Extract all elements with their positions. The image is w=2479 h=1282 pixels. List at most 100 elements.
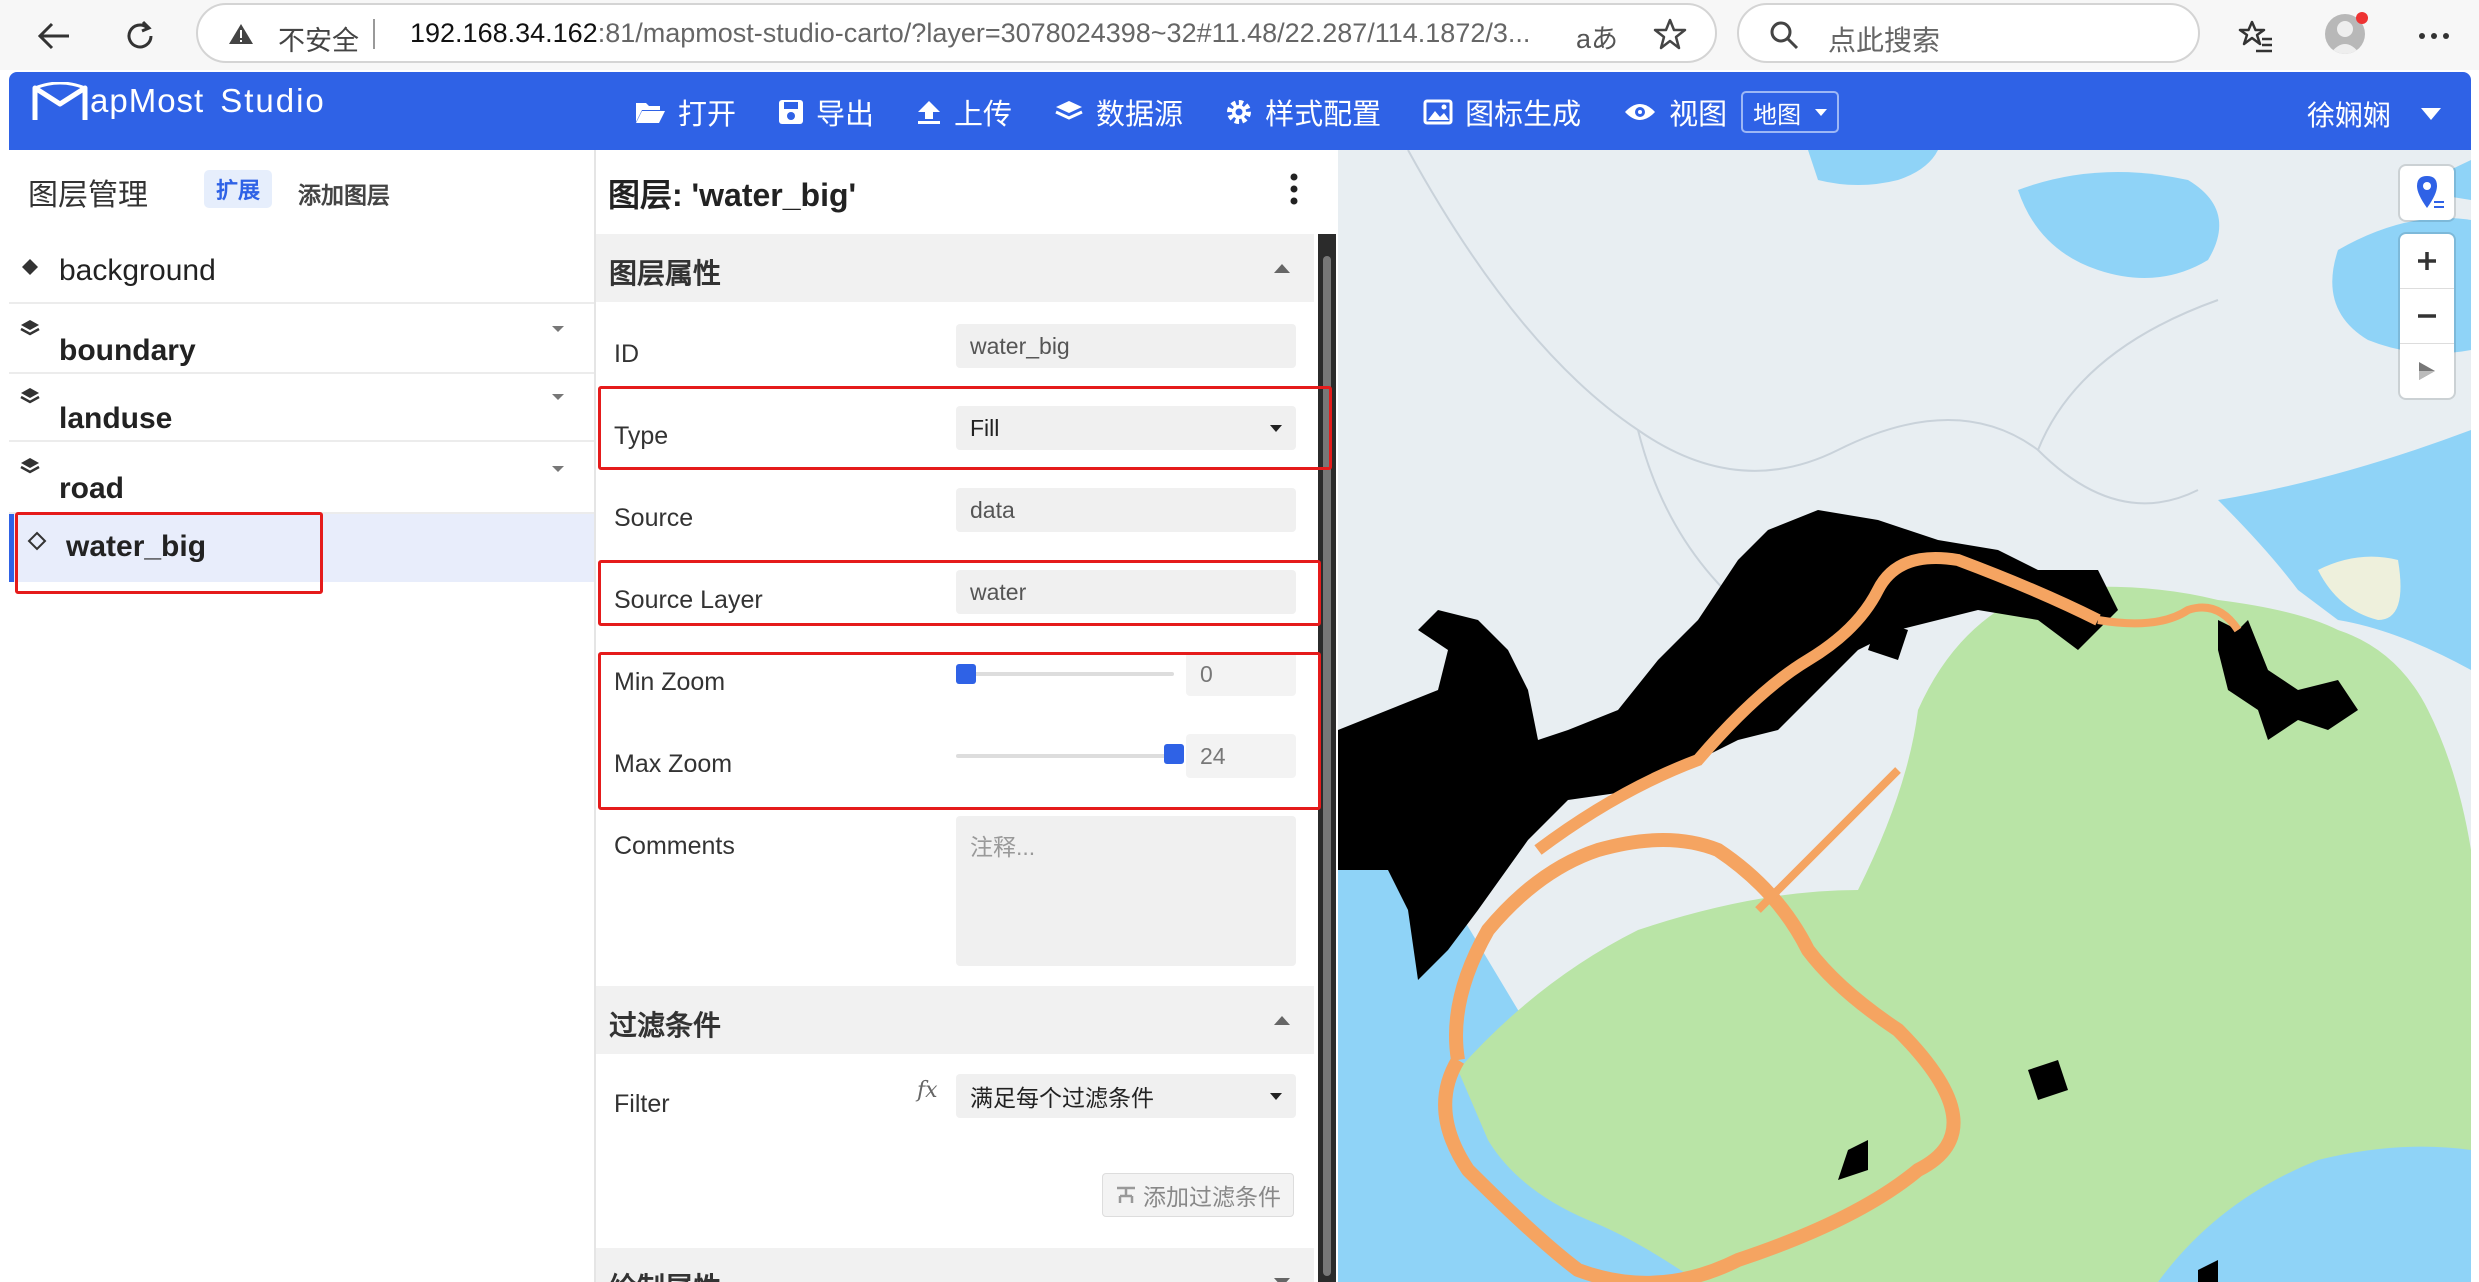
plus-icon xyxy=(2418,252,2436,270)
nav-label: 导出 xyxy=(816,99,875,131)
layer-item-landuse[interactable]: landuse xyxy=(9,374,594,442)
zoom-in-button[interactable] xyxy=(2400,234,2454,289)
max-zoom-handle[interactable] xyxy=(1164,744,1184,764)
editor-scrollbar[interactable] xyxy=(1318,234,1336,1282)
diamond-outline-icon xyxy=(26,530,48,557)
function-icon[interactable]: fx xyxy=(917,1078,938,1103)
read-aloud-icon[interactable]: aあ xyxy=(1576,17,1618,56)
section-layer-properties[interactable]: 图层属性 xyxy=(596,234,1314,302)
layer-name: boundary xyxy=(59,334,196,367)
filter-label: Filter xyxy=(614,1090,670,1118)
source-label: Source xyxy=(614,504,694,532)
compass-button[interactable] xyxy=(2400,344,2454,398)
reload-button[interactable] xyxy=(114,10,166,62)
upload-icon xyxy=(918,101,941,124)
nav-label: 数据源 xyxy=(1096,99,1184,131)
more-vertical-icon[interactable] xyxy=(1289,172,1299,211)
nav-style-config[interactable]: 样式配置 xyxy=(1225,91,1381,133)
more-menu-button[interactable] xyxy=(2408,10,2460,62)
section-filter[interactable]: 过滤条件 xyxy=(596,986,1314,1054)
arrow-left-icon xyxy=(37,22,69,50)
layer-panel-title: 图层管理 xyxy=(28,179,148,212)
section-title: 图层属性 xyxy=(609,258,722,289)
app-header: apMost Studio 打开 导出 上传 数据源 样式配置 图标生成 视图 … xyxy=(9,72,2471,150)
nav-upload[interactable]: 上传 xyxy=(916,91,1012,133)
favorites-button[interactable] xyxy=(2230,10,2282,62)
warning-icon xyxy=(228,22,254,51)
source-layer-label: Source Layer xyxy=(614,586,763,614)
address-bar[interactable]: 不安全 192.168.34.162:81/mapmost-studio-car… xyxy=(196,3,1717,63)
layer-name: landuse xyxy=(59,402,173,435)
nav-label: 打开 xyxy=(678,99,737,131)
layer-item-boundary[interactable]: boundary xyxy=(9,304,594,374)
layer-item-water-big[interactable]: water_big xyxy=(9,514,594,582)
app-logo[interactable]: apMost Studio xyxy=(32,82,326,124)
search-icon xyxy=(1769,20,1799,55)
max-zoom-slider[interactable] xyxy=(956,754,1174,758)
section-title: 过滤条件 xyxy=(609,1010,722,1041)
expand-button[interactable]: 扩展 xyxy=(204,170,272,208)
nav-export[interactable]: 导出 xyxy=(778,91,874,133)
type-select[interactable]: Fill xyxy=(956,406,1296,450)
favorite-star-icon[interactable] xyxy=(1653,17,1687,56)
id-input[interactable]: water_big xyxy=(956,324,1296,368)
min-zoom-handle[interactable] xyxy=(956,664,976,684)
add-layer-button[interactable]: 添加图层 xyxy=(298,176,390,210)
minus-icon xyxy=(2418,314,2436,318)
max-zoom-label: Max Zoom xyxy=(614,750,733,778)
insecure-label[interactable]: 不安全 xyxy=(278,19,359,58)
chevron-down-icon[interactable] xyxy=(552,326,564,332)
zoom-controls xyxy=(2400,234,2454,398)
min-zoom-slider[interactable] xyxy=(956,672,1174,676)
back-button[interactable] xyxy=(28,10,80,62)
user-menu[interactable]: 徐娴娴 xyxy=(2307,94,2442,134)
mapmost-logo-icon xyxy=(32,82,88,120)
layer-item-road[interactable]: road xyxy=(9,442,594,514)
scrollbar-thumb[interactable] xyxy=(1323,256,1331,1276)
chevron-down-icon xyxy=(1270,425,1282,432)
nav-label: 样式配置 xyxy=(1265,99,1382,131)
filter-add-icon xyxy=(1117,1186,1135,1203)
min-zoom-input[interactable]: 0 xyxy=(1186,652,1296,696)
nav-open[interactable]: 打开 xyxy=(634,91,736,133)
main-nav: 打开 导出 上传 数据源 样式配置 图标生成 视图 地图 xyxy=(634,91,1840,133)
max-zoom-input[interactable]: 24 xyxy=(1186,734,1296,778)
url-text[interactable]: 192.168.34.162:81/mapmost-studio-carto/?… xyxy=(410,18,1530,49)
layer-item-background[interactable]: background xyxy=(9,236,594,304)
layers-stack-icon xyxy=(19,456,41,483)
browser-toolbar: 不安全 192.168.34.162:81/mapmost-studio-car… xyxy=(0,0,2479,70)
source-input[interactable]: data xyxy=(956,488,1296,532)
layers-icon xyxy=(1055,101,1083,120)
filter-select[interactable]: 满足每个过滤条件 xyxy=(956,1074,1296,1118)
add-filter-button[interactable]: 添加过滤条件 xyxy=(1102,1173,1294,1217)
logo-suffix: Studio xyxy=(220,82,326,119)
layer-list-panel: 图层管理 扩展 添加图层 background boundary landuse… xyxy=(9,150,596,1282)
min-zoom-label: Min Zoom xyxy=(614,668,726,696)
save-icon xyxy=(779,100,804,124)
nav-datasource[interactable]: 数据源 xyxy=(1054,91,1183,133)
eye-icon xyxy=(1625,104,1656,120)
zoom-out-button[interactable] xyxy=(2400,289,2454,344)
layer-name: background xyxy=(59,254,216,287)
nav-view[interactable]: 视图 xyxy=(1623,91,1727,133)
reload-icon xyxy=(127,20,153,49)
chevron-down-icon[interactable] xyxy=(552,394,564,400)
view-mode-select[interactable]: 地图 xyxy=(1741,91,1840,133)
view-mode-value: 地图 xyxy=(1753,101,1802,129)
source-layer-input[interactable]: water xyxy=(956,570,1296,614)
layers-stack-icon xyxy=(19,386,41,413)
map-style-button[interactable] xyxy=(2400,166,2454,220)
user-name: 徐娴娴 xyxy=(2307,100,2392,131)
chevron-down-icon[interactable] xyxy=(552,466,564,472)
chevron-down-icon xyxy=(1270,1093,1282,1100)
layer-editor: 图层: 'water_big' 图层属性 ID water_big Type F… xyxy=(596,150,1338,1282)
browser-search[interactable]: 点此搜索 xyxy=(1737,3,2200,63)
id-label: ID xyxy=(614,340,639,368)
section-paint[interactable]: 绘制属性 xyxy=(596,1248,1314,1282)
map-canvas[interactable] xyxy=(1338,150,2471,1282)
gear-icon xyxy=(1227,100,1252,124)
nav-label: 上传 xyxy=(954,99,1013,131)
ellipsis-icon xyxy=(2419,33,2449,39)
nav-icon-gen[interactable]: 图标生成 xyxy=(1423,91,1581,133)
comments-textarea[interactable]: 注释... xyxy=(956,816,1296,966)
